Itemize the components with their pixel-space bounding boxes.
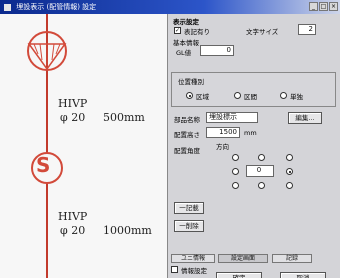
dir-radio-w[interactable]	[232, 168, 239, 175]
type-option-area: 区域	[196, 93, 209, 101]
close-button[interactable]: ×	[329, 2, 338, 11]
dir-radio-s[interactable]	[258, 182, 265, 189]
settings-panel: 表示設定 ✓ 表記有り 文字サイズ 2 基本情報 GL値 0 位置種別 区域 区…	[168, 14, 340, 278]
info-settings-label: 情報設定	[181, 267, 207, 275]
ok-button[interactable]: 確定	[216, 272, 262, 278]
angle-label: 配置角度	[174, 147, 200, 155]
s-marker-letter: S	[36, 153, 51, 177]
maximize-button[interactable]: □	[319, 2, 328, 11]
pipe-label-2-diameter: φ 20	[60, 224, 86, 237]
drawing-svg	[27, 31, 67, 184]
font-size-field[interactable]: 2	[298, 24, 316, 35]
drawing-canvas[interactable]: S HIVP φ 20 500mm HIVP φ 20 1000mm	[0, 14, 168, 278]
dir-radio-nw[interactable]	[232, 154, 239, 161]
add-button[interactable]: 一記載	[174, 202, 204, 214]
pipe-label-2-material: HIVP	[58, 210, 88, 223]
material-label: 部品名称	[174, 116, 200, 124]
show-label-checkbox[interactable]: ✓	[174, 27, 181, 34]
direction-label: 方向	[216, 143, 229, 151]
top-marker-icon	[27, 31, 67, 71]
font-size-label: 文字サイズ	[246, 28, 279, 36]
dir-radio-se[interactable]	[286, 182, 293, 189]
minimize-button[interactable]: _	[309, 2, 318, 11]
dir-radio-e[interactable]	[286, 168, 293, 175]
gl-field[interactable]: 0	[200, 45, 234, 56]
basic-info-label: 基本情報	[173, 39, 199, 47]
dir-radio-sw[interactable]	[232, 182, 239, 189]
dir-radio-ne[interactable]	[286, 154, 293, 161]
remove-button[interactable]: 一削除	[174, 220, 204, 232]
pipe-label-1-material: HIVP	[58, 97, 88, 110]
pipe-label-1-depth: 500mm	[103, 111, 145, 124]
info-settings-checkbox[interactable]	[171, 266, 178, 273]
tab-record[interactable]: 記録	[272, 254, 312, 263]
window-title: 埋設表示 (配管情報) 設定	[16, 3, 97, 11]
window-controls: _ □ ×	[309, 2, 338, 11]
pipe-label-2-depth: 1000mm	[103, 224, 152, 237]
type-radio-single[interactable]	[280, 92, 287, 99]
window-titlebar: 埋設表示 (配管情報) 設定 _ □ ×	[0, 0, 340, 14]
section-title: 表示設定	[173, 18, 199, 26]
tab-settings[interactable]: 設定画面	[218, 254, 268, 263]
material-field[interactable]: 埋設標示	[206, 112, 258, 123]
type-radio-area[interactable]	[186, 92, 193, 99]
material-edit-button[interactable]: 編集...	[288, 112, 322, 124]
height-label: 配置高さ	[174, 131, 200, 139]
gl-label: GL値	[176, 49, 192, 57]
type-option-section: 区間	[244, 93, 257, 101]
type-group-title: 位置種別	[178, 78, 204, 86]
app-icon	[4, 3, 11, 11]
dir-radio-n[interactable]	[258, 154, 265, 161]
cancel-button[interactable]: 取消	[280, 272, 326, 278]
type-option-single: 単独	[290, 93, 303, 101]
type-radio-section[interactable]	[234, 92, 241, 99]
show-label-text: 表記有り	[184, 28, 210, 36]
angle-field[interactable]: 0	[246, 165, 274, 177]
height-unit: mm	[244, 129, 257, 137]
pipe-label-1-diameter: φ 20	[60, 111, 86, 124]
height-field[interactable]: 1500	[206, 127, 240, 138]
tab-unit-info[interactable]: ユニ情報	[171, 254, 215, 263]
